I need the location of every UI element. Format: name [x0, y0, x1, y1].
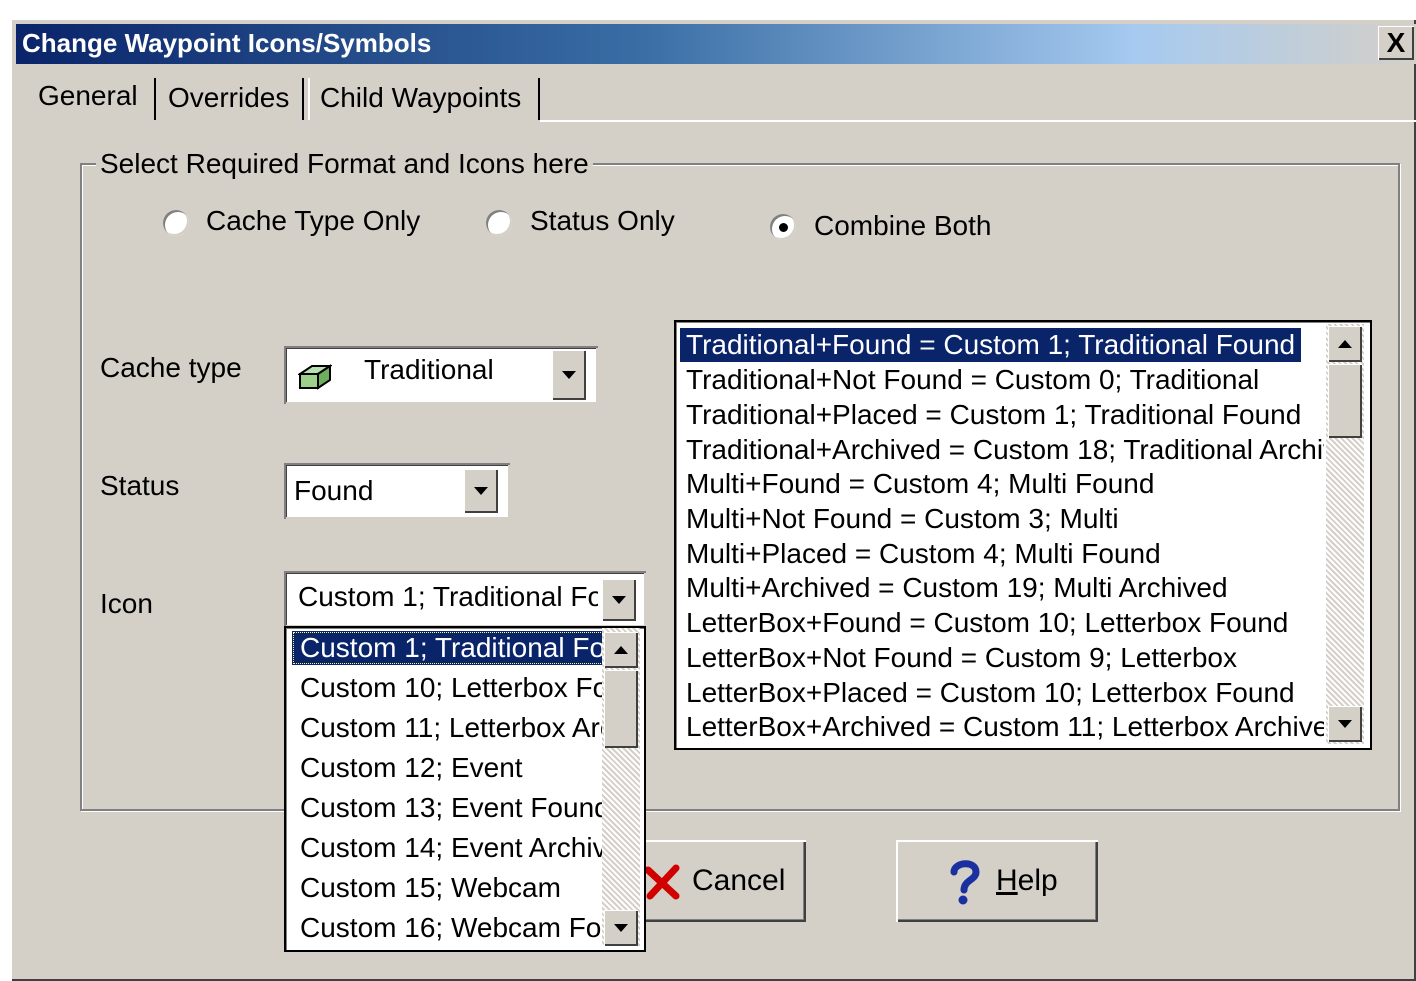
status-dropdown-button[interactable] — [464, 469, 498, 513]
list-item[interactable]: Multi+Archived = Custom 19; Multi Archiv… — [686, 571, 1228, 605]
dropdown-item[interactable]: Custom 14; Event Archived — [300, 831, 602, 865]
status-value: Found — [294, 475, 374, 506]
list-item[interactable]: Multi+Not Found = Custom 3; Multi — [686, 502, 1119, 536]
tab-divider — [302, 78, 304, 120]
cache-type-label: Cache type — [100, 352, 242, 383]
radio-label-status-only[interactable]: Status Only — [530, 205, 675, 237]
chevron-down-icon — [474, 487, 488, 495]
radio-combine-both[interactable] — [770, 214, 796, 240]
scroll-down-button[interactable] — [604, 910, 638, 946]
tab-overrides[interactable]: Overrides — [168, 82, 289, 114]
list-item[interactable]: LetterBox+Found = Custom 10; Letterbox F… — [686, 606, 1288, 640]
cancel-button[interactable]: Cancel — [630, 840, 806, 922]
chevron-down-icon — [614, 924, 628, 932]
status-combobox[interactable]: Found — [284, 463, 510, 519]
tab-general[interactable]: General — [38, 80, 138, 112]
radio-label-combine-both[interactable]: Combine Both — [814, 210, 991, 242]
scroll-thumb[interactable] — [1328, 364, 1362, 438]
close-button[interactable]: X — [1378, 26, 1414, 60]
scroll-thumb[interactable] — [604, 670, 638, 748]
help-accelerator: H — [996, 864, 1018, 897]
help-question-icon — [946, 858, 982, 911]
dropdown-item[interactable]: Custom 12; Event — [300, 751, 523, 785]
groupbox-label: Select Required Format and Icons here — [96, 148, 593, 180]
list-item[interactable]: Traditional+Placed = Custom 1; Tradition… — [686, 398, 1301, 432]
tab-divider — [308, 78, 310, 120]
help-label: Help — [996, 864, 1058, 898]
radio-status-only[interactable] — [486, 210, 512, 236]
chevron-down-icon — [612, 596, 626, 604]
help-label-rest: elp — [1017, 864, 1058, 897]
scroll-up-button[interactable] — [1328, 326, 1362, 362]
list-item[interactable]: Multi+Placed = Custom 4; Multi Found — [686, 537, 1161, 571]
tab-panel-border — [540, 120, 1416, 122]
cancel-x-icon — [644, 864, 680, 905]
scroll-down-button[interactable] — [1328, 706, 1362, 742]
dropdown-item[interactable]: Custom 10; Letterbox Found — [300, 671, 602, 705]
mapping-scrollbar[interactable] — [1326, 324, 1364, 744]
dropdown-item[interactable]: Custom 13; Event Found — [300, 791, 602, 825]
icon-value: Custom 1; Traditional Found — [298, 581, 598, 612]
scroll-up-button[interactable] — [604, 632, 638, 668]
tab-divider — [538, 78, 540, 120]
help-button[interactable]: Help — [896, 840, 1098, 922]
status-label: Status — [100, 470, 180, 501]
chevron-down-icon — [1338, 720, 1352, 728]
tab-divider — [154, 78, 156, 120]
dropdown-scrollbar[interactable] — [602, 628, 640, 946]
cache-type-dropdown-button[interactable] — [552, 350, 586, 400]
title-bar[interactable]: Change Waypoint Icons/Symbols — [16, 24, 1416, 64]
list-item[interactable]: Traditional+Not Found = Custom 0; Tradit… — [686, 363, 1259, 397]
radio-selected-dot — [779, 223, 788, 232]
chevron-up-icon — [1338, 340, 1352, 348]
chevron-up-icon — [614, 646, 628, 654]
window-title: Change Waypoint Icons/Symbols — [22, 28, 432, 58]
dropdown-item[interactable]: Custom 11; Letterbox Archived — [300, 711, 602, 745]
cancel-label: Cancel — [692, 864, 786, 897]
list-item[interactable]: Traditional+Archived = Custom 18; Tradit… — [686, 433, 1324, 467]
mapping-listbox[interactable]: Traditional+Found = Custom 1; Traditiona… — [674, 320, 1372, 750]
tab-child-waypoints[interactable]: Child Waypoints — [320, 82, 521, 114]
cache-type-value: Traditional — [364, 354, 494, 385]
list-item[interactable]: Traditional+Found = Custom 1; Traditiona… — [680, 328, 1302, 362]
dropdown-item[interactable]: Custom 1; Traditional Found — [292, 631, 602, 665]
mapping-rows: Traditional+Found = Custom 1; Traditiona… — [676, 326, 1324, 742]
icon-dropdown-list[interactable]: Custom 1; Traditional Found Custom 10; L… — [284, 626, 646, 952]
list-item[interactable]: LetterBox+Archived = Custom 11; Letterbo… — [686, 710, 1324, 742]
dropdown-item[interactable]: Custom 16; Webcam Found — [300, 911, 602, 945]
cache-type-combobox[interactable]: Traditional — [284, 346, 598, 404]
dropdown-item[interactable]: Custom 15; Webcam — [300, 871, 561, 905]
chevron-down-icon — [562, 371, 576, 379]
radio-cache-type-only[interactable] — [163, 210, 189, 236]
icon-dropdown-button[interactable] — [602, 579, 636, 621]
icon-label: Icon — [100, 588, 153, 619]
cache-box-icon — [296, 362, 334, 395]
dropdown-rows: Custom 1; Traditional Found Custom 10; L… — [286, 628, 602, 950]
list-item[interactable]: Multi+Found = Custom 4; Multi Found — [686, 467, 1154, 501]
list-item[interactable]: LetterBox+Not Found = Custom 9; Letterbo… — [686, 641, 1237, 675]
list-item[interactable]: LetterBox+Placed = Custom 10; Letterbox … — [686, 676, 1295, 710]
radio-label-cache-type-only[interactable]: Cache Type Only — [206, 205, 420, 237]
icon-combobox[interactable]: Custom 1; Traditional Found — [284, 571, 646, 627]
